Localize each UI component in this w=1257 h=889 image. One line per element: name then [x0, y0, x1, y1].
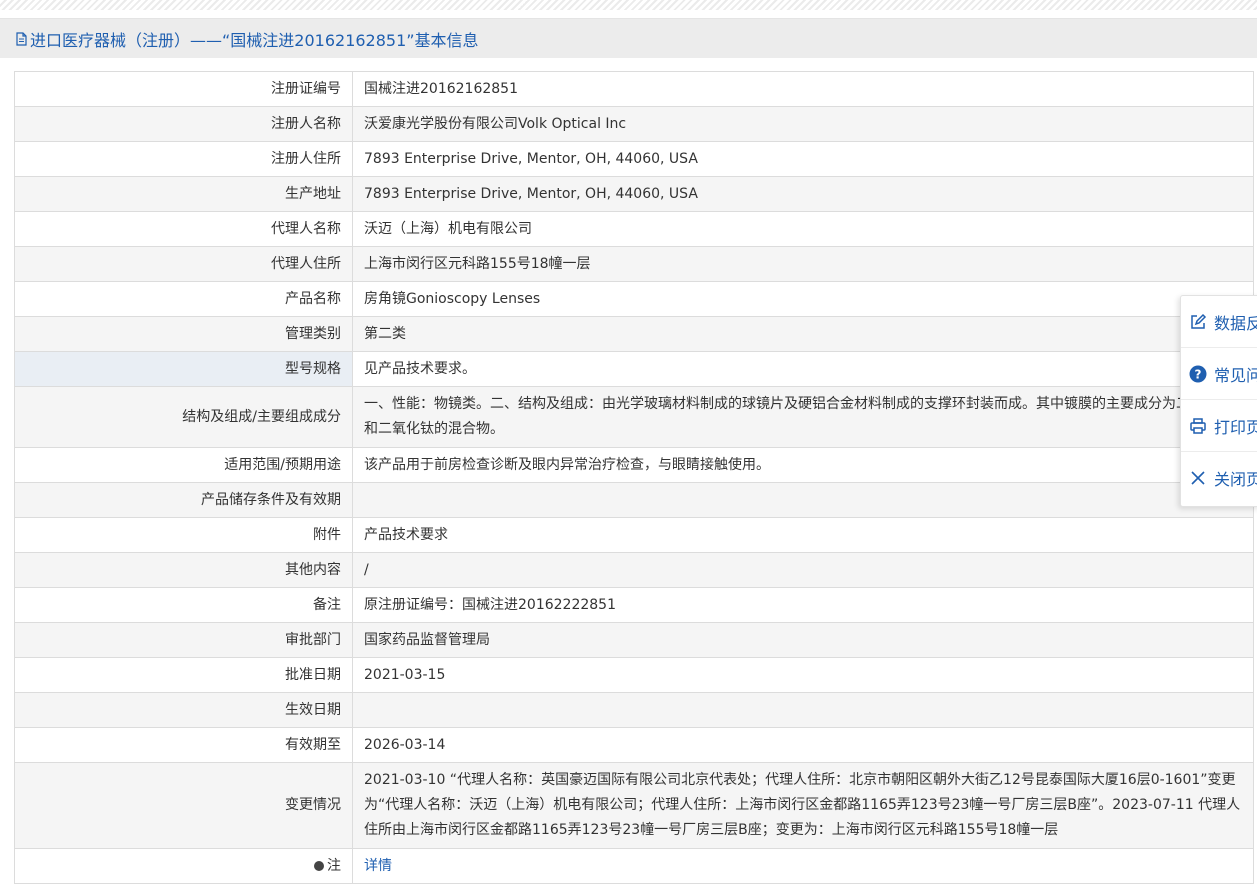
print-icon — [1189, 417, 1207, 435]
field-value: 第二类 — [352, 316, 1254, 352]
table-row: 附件 产品技术要求 — [14, 517, 1254, 553]
note-label: 注 — [327, 857, 341, 874]
field-label: 备注 — [14, 587, 353, 623]
page-title: 进口医疗器械（注册）——“国械注进20162162851”基本信息 — [30, 30, 479, 50]
field-label: 生产地址 — [14, 176, 353, 212]
top-decorative-strip — [0, 0, 1257, 10]
field-label: 生效日期 — [14, 692, 353, 728]
field-label: 注 — [14, 848, 353, 884]
table-row: 生产地址 7893 Enterprise Drive, Mentor, OH, … — [14, 176, 1254, 212]
field-value — [352, 692, 1254, 728]
feedback-button[interactable]: 数据反馈 — [1181, 296, 1257, 348]
field-value — [352, 482, 1254, 518]
field-value: 2021-03-15 — [352, 657, 1254, 693]
field-value: 原注册证编号：国械注进20162222851 — [352, 587, 1254, 623]
field-label: 注册人住所 — [14, 141, 353, 177]
field-value: / — [352, 552, 1254, 588]
field-label: 代理人住所 — [14, 246, 353, 282]
field-label: 其他内容 — [14, 552, 353, 588]
table-row: 注册人住所 7893 Enterprise Drive, Mentor, OH,… — [14, 141, 1254, 177]
table-row: 注册证编号 国械注进20162162851 — [14, 71, 1254, 107]
field-label: 产品储存条件及有效期 — [14, 482, 353, 518]
field-value: 2026-03-14 — [352, 727, 1254, 763]
field-label: 变更情况 — [14, 762, 353, 849]
field-label: 附件 — [14, 517, 353, 553]
field-label: 型号规格 — [14, 351, 353, 387]
faq-label: 常见问题 — [1214, 365, 1257, 385]
table-row: 产品名称 房角镜Gonioscopy Lenses — [14, 281, 1254, 317]
field-value: 沃迈（上海）机电有限公司 — [352, 211, 1254, 247]
field-value: 房角镜Gonioscopy Lenses — [352, 281, 1254, 317]
print-button[interactable]: 打印页面 — [1181, 400, 1257, 452]
print-label: 打印页面 — [1214, 417, 1257, 437]
field-value: 7893 Enterprise Drive, Mentor, OH, 44060… — [352, 176, 1254, 212]
device-info-table: 注册证编号 国械注进20162162851 注册人名称 沃爱康光学股份有限公司V… — [14, 71, 1254, 884]
field-value: 7893 Enterprise Drive, Mentor, OH, 44060… — [352, 141, 1254, 177]
feedback-label: 数据反馈 — [1214, 313, 1257, 333]
table-row: 生效日期 — [14, 692, 1254, 728]
field-value: 产品技术要求 — [352, 517, 1254, 553]
table-row: 注 详情 — [14, 848, 1254, 884]
field-value: 详情 — [352, 848, 1254, 884]
field-value: 国械注进20162162851 — [352, 71, 1254, 107]
table-row: 适用范围/预期用途 该产品用于前房检查诊断及眼内异常治疗检查，与眼睛接触使用。 — [14, 447, 1254, 483]
document-icon — [16, 31, 27, 46]
field-value: 该产品用于前房检查诊断及眼内异常治疗检查，与眼睛接触使用。 — [352, 447, 1254, 483]
field-value: 上海市闵行区元科路155号18幢一层 — [352, 246, 1254, 282]
table-row: 备注 原注册证编号：国械注进20162222851 — [14, 587, 1254, 623]
table-row: 其他内容 / — [14, 552, 1254, 588]
close-icon — [1189, 469, 1207, 487]
table-row: 注册人名称 沃爱康光学股份有限公司Volk Optical Inc — [14, 106, 1254, 142]
svg-text:?: ? — [1195, 367, 1202, 381]
table-row: 变更情况 2021-03-10 “代理人名称：英国豪迈国际有限公司北京代表处；代… — [14, 762, 1254, 849]
field-value: 沃爱康光学股份有限公司Volk Optical Inc — [352, 106, 1254, 142]
question-icon: ? — [1189, 365, 1207, 383]
table-row: 型号规格 见产品技术要求。 — [14, 351, 1254, 387]
table-row: 代理人名称 沃迈（上海）机电有限公司 — [14, 211, 1254, 247]
field-value: 一、性能：物镜类。二、结构及组成：由光学玻璃材料制成的球镜片及硬铝合金材料制成的… — [352, 386, 1254, 448]
floating-side-panel: 数据反馈 ? 常见问题 打印页面 关闭页面 — [1180, 295, 1257, 507]
field-label: 管理类别 — [14, 316, 353, 352]
field-label: 代理人名称 — [14, 211, 353, 247]
field-label: 注册人名称 — [14, 106, 353, 142]
field-label: 批准日期 — [14, 657, 353, 693]
edit-icon — [1189, 313, 1207, 331]
table-row: 代理人住所 上海市闵行区元科路155号18幢一层 — [14, 246, 1254, 282]
field-label: 注册证编号 — [14, 71, 353, 107]
field-label: 适用范围/预期用途 — [14, 447, 353, 483]
close-page-button[interactable]: 关闭页面 — [1181, 452, 1257, 504]
table-row: 管理类别 第二类 — [14, 316, 1254, 352]
faq-button[interactable]: ? 常见问题 — [1181, 348, 1257, 400]
close-page-label: 关闭页面 — [1214, 470, 1257, 489]
detail-link[interactable]: 详情 — [364, 858, 392, 874]
table-row: 产品储存条件及有效期 — [14, 482, 1254, 518]
table-row: 结构及组成/主要组成成分 一、性能：物镜类。二、结构及组成：由光学玻璃材料制成的… — [14, 386, 1254, 448]
table-row: 批准日期 2021-03-15 — [14, 657, 1254, 693]
field-label: 有效期至 — [14, 727, 353, 763]
table-row: 有效期至 2026-03-14 — [14, 727, 1254, 763]
note-dot-icon — [314, 860, 324, 871]
field-value: 见产品技术要求。 — [352, 351, 1254, 387]
field-label: 结构及组成/主要组成成分 — [14, 386, 353, 448]
field-label: 审批部门 — [14, 622, 353, 658]
table-row: 审批部门 国家药品监督管理局 — [14, 622, 1254, 658]
field-value: 2021-03-10 “代理人名称：英国豪迈国际有限公司北京代表处；代理人住所：… — [352, 762, 1254, 849]
field-label: 产品名称 — [14, 281, 353, 317]
field-value: 国家药品监督管理局 — [352, 622, 1254, 658]
page-title-bar: 进口医疗器械（注册）——“国械注进20162162851”基本信息 — [0, 18, 1257, 58]
